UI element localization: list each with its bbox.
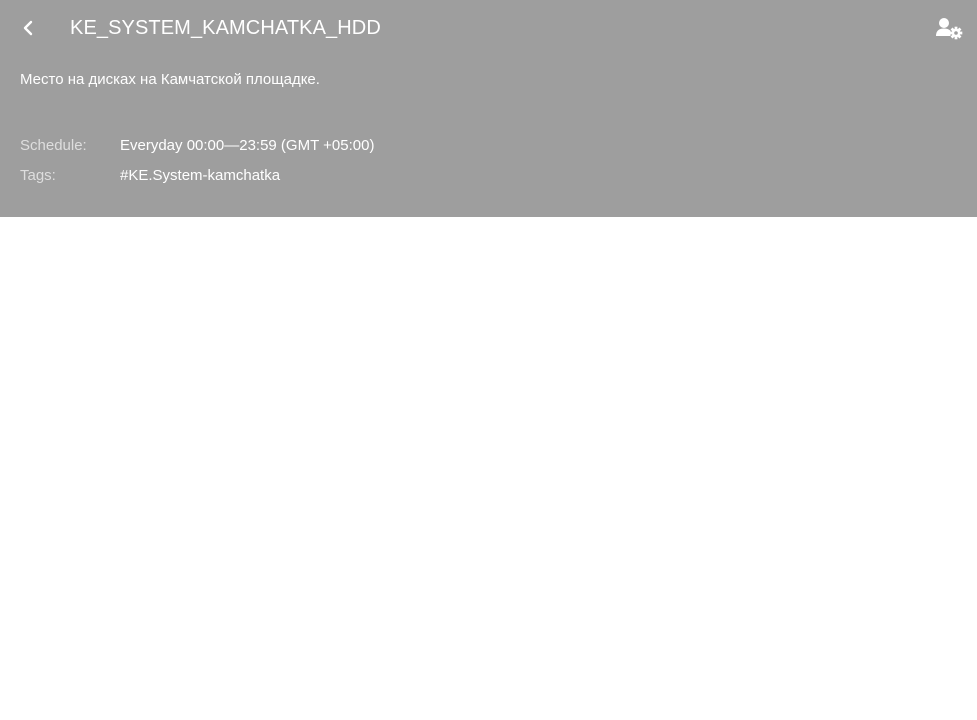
- schedule-label: Schedule:: [20, 137, 87, 154]
- page-title: KE_SYSTEM_KAMCHATKA_HDD: [70, 17, 381, 39]
- user-settings-button[interactable]: [934, 16, 966, 44]
- user-settings-icon: [936, 18, 963, 40]
- check-description: Место на дисках на Камчатской площадке.: [20, 71, 320, 88]
- schedule-value: Everyday 00:00—23:59 (GMT +05:00): [120, 137, 375, 154]
- check-header-panel: KE_SYSTEM_KAMCHATKA_HDD Место на дисках …: [0, 0, 977, 217]
- back-button[interactable]: [14, 14, 42, 42]
- tag-link[interactable]: #KE.System-kamchatka: [120, 166, 280, 186]
- tags-label: Tags:: [20, 167, 56, 184]
- chevron-left-icon: [23, 20, 33, 36]
